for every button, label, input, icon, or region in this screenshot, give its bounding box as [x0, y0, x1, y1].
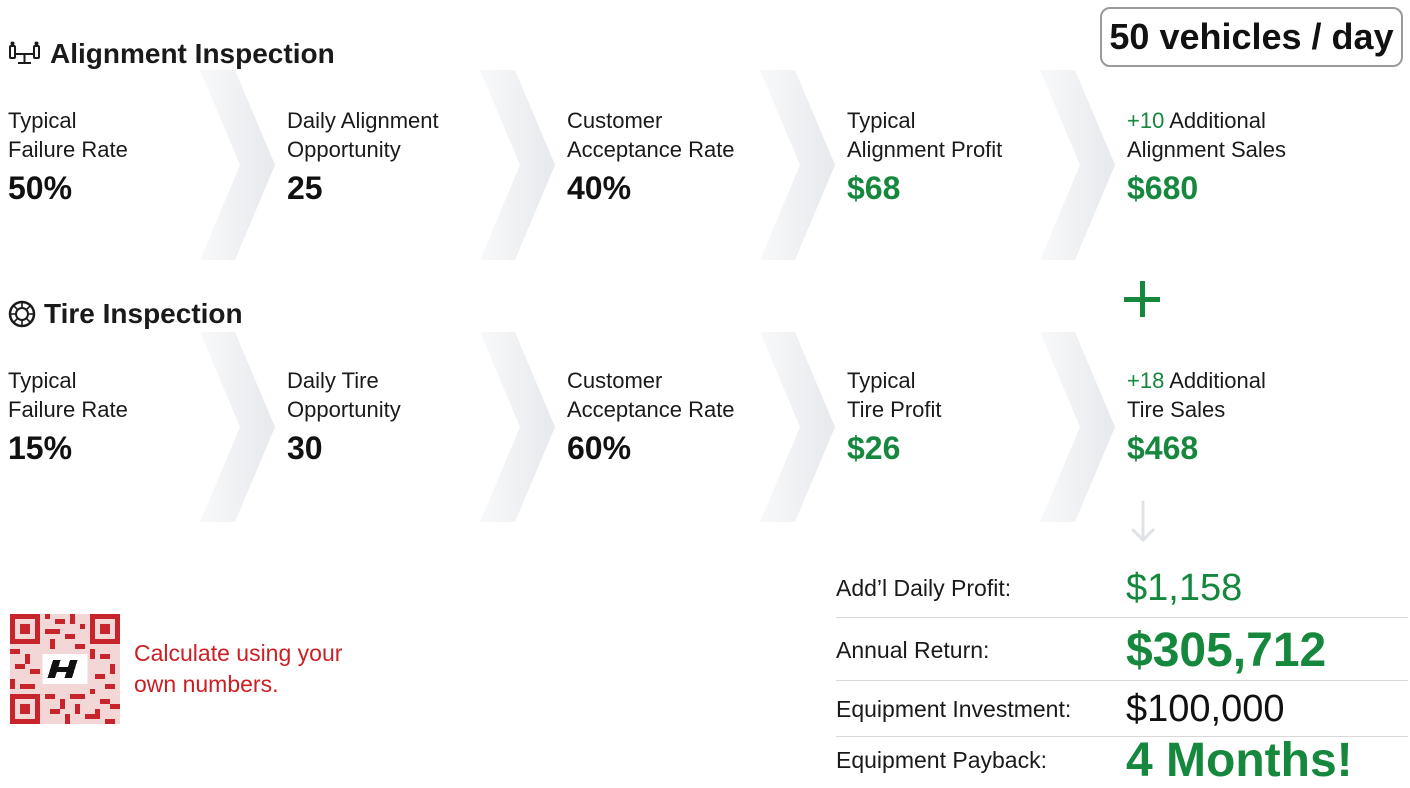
- step-label-line2: Alignment Sales: [1127, 137, 1286, 162]
- chevron-arrow: [480, 70, 555, 260]
- alignment-step-additional-sales: +10 Additional Alignment Sales $680: [1127, 106, 1327, 206]
- plus-icon: [1124, 280, 1164, 320]
- step-label-line1: Customer: [567, 108, 663, 133]
- investment-value: $100,000: [1126, 687, 1285, 730]
- chevron-arrow: [760, 332, 835, 522]
- step-value: 50%: [8, 170, 73, 206]
- tire-icon: [8, 300, 36, 328]
- step-label-line2: Failure Rate: [8, 397, 128, 422]
- chevron-arrow: [1040, 332, 1115, 522]
- annual-return-label: Annual Return:: [836, 636, 990, 663]
- chevron-arrow: [200, 332, 275, 522]
- daily-profit-label: Add’l Daily Profit:: [836, 574, 1012, 601]
- divider: [836, 617, 1408, 618]
- step-value: $26: [847, 430, 901, 466]
- additional-count: +10: [1127, 108, 1165, 133]
- daily-volume-text: 50 vehicles / day: [1109, 16, 1394, 57]
- tire-step-additional-sales: +18 Additional Tire Sales $468: [1127, 366, 1327, 466]
- step-label-line1: +10 Additional: [1127, 106, 1327, 135]
- payback-label: Equipment Payback:: [836, 746, 1047, 773]
- step-label-line2: Tire Profit: [847, 397, 942, 422]
- step-value: $468: [1127, 430, 1199, 466]
- step-value: $680: [1127, 170, 1199, 206]
- tire-step-profit: Typical Tire Profit $26: [847, 366, 1047, 466]
- annual-return-value: $305,712: [1126, 623, 1327, 677]
- cta-line1: Calculate using your: [134, 640, 343, 666]
- step-label-line2: Tire Sales: [1127, 397, 1226, 422]
- chevron-arrow: [760, 70, 835, 260]
- cta-line2: own numbers.: [134, 671, 279, 697]
- step-value: 60%: [567, 430, 632, 466]
- step-label-line2: Acceptance Rate: [567, 397, 735, 422]
- step-label-line2: Failure Rate: [8, 137, 128, 162]
- step-label-line2: Acceptance Rate: [567, 137, 735, 162]
- step-label-line1: Daily Tire: [287, 368, 379, 393]
- investment-label: Equipment Investment:: [836, 695, 1072, 722]
- calculate-link[interactable]: Calculate using your own numbers.: [134, 638, 434, 700]
- additional-text: Additional: [1164, 108, 1266, 133]
- step-label-line1: Typical: [8, 108, 77, 133]
- tire-title-text: Tire Inspection: [44, 298, 243, 329]
- additional-text: Additional: [1164, 368, 1266, 393]
- chevron-arrow: [480, 332, 555, 522]
- alignment-icon: [8, 41, 42, 67]
- alignment-step-opportunity: Daily Alignment Opportunity 25: [287, 106, 487, 206]
- chevron-arrow: [1040, 70, 1115, 260]
- alignment-title-text: Alignment Inspection: [50, 38, 335, 69]
- step-value: 30: [287, 430, 323, 466]
- summary-annual-return-row: Annual Return: $305,712: [836, 621, 1406, 679]
- step-label-line2: Opportunity: [287, 397, 401, 422]
- daily-volume-badge: 50 vehicles / day: [1100, 7, 1403, 67]
- tire-step-failure-rate: Typical Failure Rate 15%: [8, 366, 208, 466]
- step-value: 40%: [567, 170, 632, 206]
- arrow-down-icon: [1123, 496, 1163, 546]
- summary-daily-profit-row: Add’l Daily Profit: $1,158: [836, 560, 1406, 616]
- alignment-step-failure-rate: Typical Failure Rate 50%: [8, 106, 208, 206]
- step-value: 25: [287, 170, 323, 206]
- chevron-arrow: [200, 70, 275, 260]
- summary-investment-row: Equipment Investment: $100,000: [836, 683, 1406, 735]
- step-label-line1: Daily Alignment: [287, 108, 439, 133]
- alignment-section-title: Alignment Inspection: [8, 38, 335, 70]
- step-label-line1: Typical: [847, 108, 916, 133]
- step-label-line2: Alignment Profit: [847, 137, 1003, 162]
- summary-payback-row: Equipment Payback: 4 Months!: [836, 734, 1406, 787]
- additional-count: +18: [1127, 368, 1165, 393]
- daily-profit-value: $1,158: [1126, 566, 1243, 609]
- qr-code-icon[interactable]: [10, 614, 120, 724]
- step-label-line1: Customer: [567, 368, 663, 393]
- tire-section-title: Tire Inspection: [8, 298, 243, 330]
- step-label-line2: Opportunity: [287, 137, 401, 162]
- payback-value: 4 Months!: [1126, 733, 1353, 787]
- step-label-line1: Typical: [847, 368, 916, 393]
- tire-step-opportunity: Daily Tire Opportunity 30: [287, 366, 487, 466]
- step-label-line1: +18 Additional: [1127, 366, 1327, 395]
- tire-step-acceptance-rate: Customer Acceptance Rate 60%: [567, 366, 767, 466]
- step-label-line1: Typical: [8, 368, 77, 393]
- step-value: $68: [847, 170, 901, 206]
- alignment-step-acceptance-rate: Customer Acceptance Rate 40%: [567, 106, 767, 206]
- step-value: 15%: [8, 430, 73, 466]
- alignment-step-profit: Typical Alignment Profit $68: [847, 106, 1047, 206]
- divider: [836, 680, 1408, 681]
